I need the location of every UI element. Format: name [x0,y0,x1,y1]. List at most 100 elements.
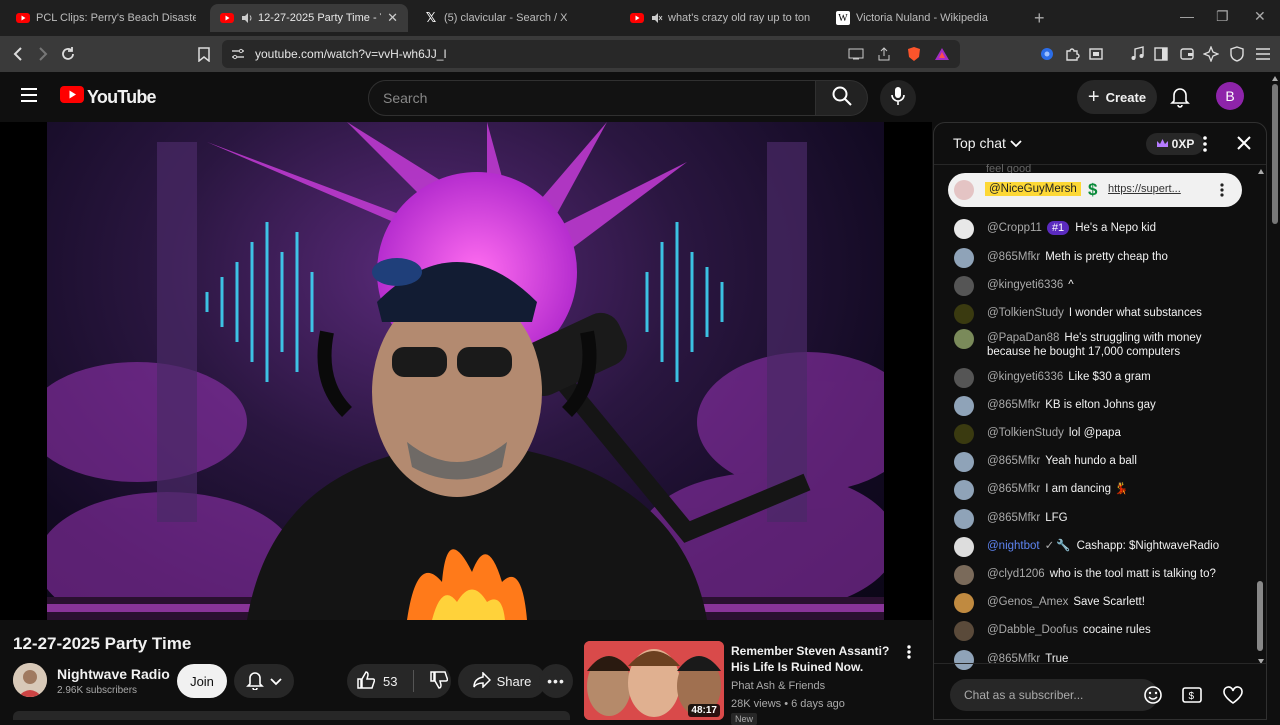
xp-badge[interactable]: 0XP [1146,133,1204,155]
more-vert-icon[interactable] [906,644,912,665]
chat-username[interactable]: @Dabble_Doofus [987,624,1078,636]
user-avatar[interactable] [954,424,974,444]
back-icon[interactable] [8,44,28,64]
video-player[interactable] [0,122,932,620]
pinned-more-icon[interactable] [1219,183,1225,202]
search-input[interactable] [369,81,769,115]
recommended-video-title[interactable]: Remember Steven Assanti? His Life Is Rui… [731,643,901,675]
brave-shield-icon[interactable] [904,44,924,64]
muted-speaker-icon[interactable] [650,11,664,25]
user-avatar[interactable] [954,621,974,641]
page-scrollbar[interactable] [1270,72,1280,720]
bookmark-icon[interactable] [194,44,214,64]
description-box[interactable] [13,711,570,720]
youtube-logo[interactable]: YouTube [60,86,157,108]
user-avatar[interactable] [954,276,974,296]
leo-ai-icon[interactable] [1202,45,1220,63]
more-actions-button[interactable]: ••• [539,664,573,698]
pinned-superchat[interactable]: @NiceGuyMersh $ https://supert... [948,173,1242,207]
site-settings-icon[interactable] [228,44,248,64]
forward-icon[interactable] [33,44,53,64]
user-avatar[interactable] [954,509,974,529]
close-chat-icon[interactable] [1236,135,1252,156]
notifications-bell-icon[interactable] [1170,86,1190,113]
user-avatar[interactable] [954,650,974,670]
hamburger-menu-icon[interactable] [20,87,38,108]
browser-tab-active[interactable]: 12-27-2025 Party Time - YouT ✕ [210,4,408,32]
user-avatar[interactable] [954,480,974,500]
chat-mode-dropdown[interactable]: Top chat [953,135,1022,151]
pinned-link[interactable]: https://supert... [1108,183,1181,195]
user-avatar[interactable] [954,368,974,388]
dislike-button[interactable] [430,670,449,692]
user-avatar[interactable] [954,593,974,613]
menu-icon[interactable] [1254,45,1272,63]
sidebar-icon[interactable] [1152,45,1170,63]
notifications-dropdown-button[interactable] [234,664,294,698]
join-button[interactable]: Join [177,664,227,698]
browser-tab[interactable]: W Victoria Nuland - Wikipedia [826,4,1026,32]
chat-username[interactable]: @865Mfkr [987,251,1040,263]
super-chat-icon[interactable]: $ [1182,685,1202,705]
chat-input[interactable]: Chat as a subscriber... [950,679,1158,711]
user-avatar[interactable] [954,304,974,324]
chat-username[interactable]: @kingyeti6336 [987,371,1063,383]
chat-username[interactable]: @kingyeti6336 [987,279,1063,291]
user-avatar[interactable] [954,329,974,349]
user-avatar[interactable] [954,537,974,557]
recommended-channel[interactable]: Phat Ash & Friends [731,680,825,692]
channel-avatar[interactable] [13,663,47,697]
voice-search-button[interactable] [880,80,916,116]
puzzle-icon[interactable] [1063,45,1081,63]
chat-username[interactable]: @865Mfkr [987,512,1040,524]
chat-username[interactable]: @TolkienStudy [987,427,1064,439]
chat-username[interactable]: @TolkienStudy [987,307,1064,319]
emoji-icon[interactable] [1143,685,1163,705]
chat-username[interactable]: @865Mfkr [987,483,1040,495]
chat-username[interactable]: @865Mfkr [987,399,1040,411]
maximize-icon[interactable]: ❐ [1216,8,1229,25]
page-scroll-thumb[interactable] [1272,84,1278,224]
speaker-icon[interactable] [240,11,254,25]
chat-username[interactable]: @Cropp11 [987,222,1042,234]
account-avatar[interactable]: B [1216,82,1244,110]
screenshot-icon[interactable] [1087,45,1105,63]
browser-tab[interactable]: PCL Clips: Perry's Beach Disaster - You [6,4,206,32]
chat-scrollbar[interactable] [1256,169,1264,669]
search-box[interactable] [368,80,816,116]
browser-tab[interactable]: what's crazy old ray up to tonigh [620,4,820,32]
chat-username[interactable]: @PapaDan88 [987,332,1059,344]
close-tab-icon[interactable]: ✕ [381,10,398,26]
brave-rewards-icon[interactable] [932,44,952,64]
wallet-icon[interactable] [1178,45,1196,63]
chat-more-icon[interactable] [1202,135,1208,158]
music-icon[interactable] [1128,45,1146,63]
chat-username[interactable]: @clyd1206 [987,568,1045,580]
create-button[interactable]: + Create [1077,80,1157,114]
cast-icon[interactable] [846,44,866,64]
chat-username[interactable]: @Genos_Amex [987,596,1068,608]
extension-icon[interactable] [1038,45,1056,63]
share-icon[interactable] [874,44,894,64]
like-button[interactable]: 53 [357,670,397,692]
new-tab-icon[interactable]: + [1034,8,1045,29]
user-avatar[interactable] [954,219,974,239]
chat-username[interactable]: @865Mfkr [987,455,1040,467]
user-avatar[interactable] [954,396,974,416]
browser-tab[interactable]: 𝕏 (5) clavicular - Search / X [414,4,614,32]
address-bar[interactable]: youtube.com/watch?v=vvH-wh6JJ_I [222,40,960,68]
user-avatar[interactable] [954,248,974,268]
heart-icon[interactable] [1223,685,1243,705]
search-button[interactable] [816,80,868,116]
video-frame[interactable] [47,122,884,620]
reload-icon[interactable] [58,44,78,64]
close-window-icon[interactable]: ✕ [1254,8,1266,25]
user-avatar[interactable] [954,452,974,472]
user-avatar[interactable] [954,565,974,585]
minimize-icon[interactable]: — [1180,8,1194,24]
recommended-video-thumbnail[interactable]: 48:17 [584,641,724,720]
share-button[interactable]: Share [458,664,546,698]
channel-name[interactable]: Nightwave Radio [57,666,170,682]
chat-username[interactable]: @nightbot [987,540,1040,552]
chat-scroll-thumb[interactable] [1257,581,1263,651]
